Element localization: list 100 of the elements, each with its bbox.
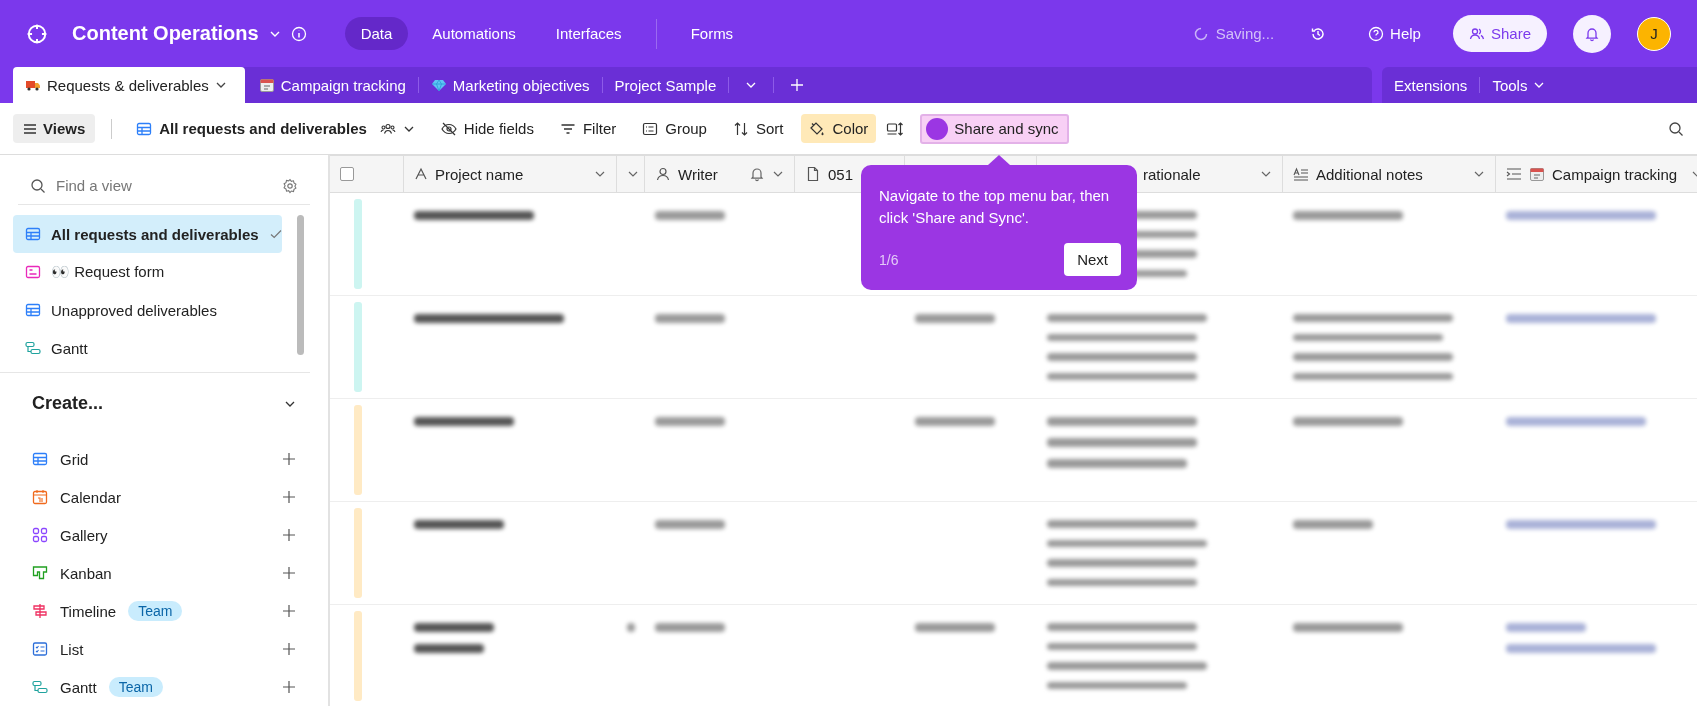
select-all-checkbox[interactable] <box>340 167 354 181</box>
nav-tab[interactable]: Data <box>344 17 409 50</box>
table-tab[interactable]: Campaign tracking <box>246 67 418 103</box>
gallery-icon <box>32 527 48 543</box>
people-icon <box>1468 25 1485 42</box>
link-field-icon <box>1506 166 1522 182</box>
add-icon[interactable] <box>282 604 296 618</box>
menu-icon <box>23 121 37 136</box>
step-counter: 1/6 <box>879 251 899 268</box>
settings-icon[interactable] <box>282 177 298 194</box>
team-badge: Team <box>128 601 183 621</box>
logo-icon <box>26 22 48 45</box>
column-header[interactable]: 051 <box>828 165 854 183</box>
search-icon[interactable] <box>1668 120 1684 137</box>
timeline-icon <box>32 603 48 619</box>
add-icon[interactable] <box>282 680 296 694</box>
user-avatar[interactable]: J <box>1637 16 1671 51</box>
notifications-button[interactable] <box>1573 14 1611 53</box>
view-item[interactable]: 👀 Request form <box>13 253 282 291</box>
long-text-icon <box>1293 166 1309 182</box>
grid-icon <box>136 120 153 137</box>
toolbar-button[interactable]: Hide fields <box>432 114 542 143</box>
calendar-icon <box>32 489 48 505</box>
add-icon[interactable] <box>282 490 296 504</box>
document-icon <box>805 166 821 182</box>
person-icon <box>655 166 671 182</box>
tools-button[interactable]: Tools <box>1480 67 1558 103</box>
nav-tab[interactable]: Forms <box>674 17 750 50</box>
view-item[interactable]: Unapproved deliverables <box>13 291 282 329</box>
check-icon <box>268 227 283 241</box>
spinner-icon <box>1193 26 1208 41</box>
grid-icon <box>32 451 48 467</box>
toolbar-button[interactable]: Color <box>801 114 877 143</box>
table-tab[interactable]: Project Sample <box>602 67 729 103</box>
next-button[interactable]: Next <box>1064 243 1121 276</box>
blurred-text <box>655 211 725 220</box>
share-and-sync-button[interactable]: Share and sync <box>920 113 1069 144</box>
create-view-label[interactable]: List <box>60 640 84 658</box>
extensions-button[interactable]: Extensions <box>1382 67 1480 103</box>
text-field-icon <box>414 167 428 181</box>
view-switcher[interactable]: All requests and deliverables <box>128 114 423 143</box>
view-item[interactable]: Gantt <box>13 329 282 367</box>
add-icon[interactable] <box>282 452 296 466</box>
create-view-label[interactable]: Grid <box>60 450 89 468</box>
blurred-text <box>627 623 635 632</box>
hotspot-dot <box>926 117 949 140</box>
table-tab[interactable]: Marketing objectives <box>418 67 602 103</box>
list-icon <box>32 641 48 657</box>
create-view-label[interactable]: Kanban <box>60 564 112 582</box>
add-icon[interactable] <box>282 528 296 542</box>
find-view-field[interactable]: Find a view <box>56 177 256 194</box>
views-button[interactable]: Views <box>13 114 96 143</box>
row-height-icon[interactable] <box>886 119 905 138</box>
blurred-text <box>655 417 725 426</box>
gantt-icon <box>25 340 41 356</box>
blurred-text <box>655 623 725 632</box>
kanban-icon <box>32 565 48 581</box>
grid-icon <box>25 302 41 318</box>
column-header[interactable]: Campaign tracking <box>1552 165 1678 183</box>
scrollbar[interactable] <box>297 215 304 355</box>
share-button[interactable]: Share <box>1452 15 1547 52</box>
grid-icon <box>25 226 41 242</box>
blurred-text <box>655 314 725 323</box>
sort-icon <box>732 120 749 137</box>
nav-tab[interactable]: Interfaces <box>539 17 638 50</box>
create-heading: Create... <box>32 393 104 414</box>
toolbar-button[interactable]: Sort <box>724 114 792 143</box>
calendar-icon <box>258 77 275 93</box>
create-view-label[interactable]: Gantt <box>60 678 97 696</box>
add-icon[interactable] <box>282 642 296 656</box>
info-icon[interactable] <box>290 25 307 42</box>
gantt-icon <box>32 679 48 695</box>
column-header[interactable]: Project name <box>435 165 524 183</box>
add-icon[interactable] <box>282 566 296 580</box>
create-view-label[interactable]: Timeline <box>60 602 117 620</box>
blurred-text <box>414 644 484 653</box>
column-header[interactable]: rationale <box>1143 165 1201 183</box>
help-button[interactable]: Help <box>1362 24 1427 43</box>
history-icon[interactable] <box>1310 25 1327 42</box>
toolbar-button[interactable]: Group <box>634 114 715 143</box>
paint-bucket-icon <box>809 120 826 137</box>
bell-icon <box>749 166 765 182</box>
column-header[interactable]: Writer <box>678 165 718 183</box>
view-item[interactable]: All requests and deliverables <box>13 215 282 253</box>
eye-off-icon <box>440 120 457 137</box>
calendar-icon <box>1529 166 1545 182</box>
gem-icon <box>430 77 447 93</box>
toolbar-button[interactable]: Filter <box>551 114 625 143</box>
base-title[interactable]: Content Operations <box>72 22 259 45</box>
create-view-label[interactable]: Calendar <box>60 488 121 506</box>
create-view-label[interactable]: Gallery <box>60 526 108 544</box>
nav-tab[interactable]: Automations <box>416 17 532 50</box>
blurred-text <box>655 520 725 529</box>
bell-icon <box>1584 25 1600 42</box>
tour-message: Navigate to the top menu bar, then click 'Share and Sync'. <box>879 186 1111 228</box>
saving-status: Saving... <box>1215 25 1275 42</box>
table-tab[interactable]: Requests & deliverables <box>13 67 245 103</box>
column-header[interactable]: Additional notes <box>1316 165 1423 183</box>
team-badge: Team <box>108 677 163 697</box>
help-icon <box>1368 25 1385 42</box>
